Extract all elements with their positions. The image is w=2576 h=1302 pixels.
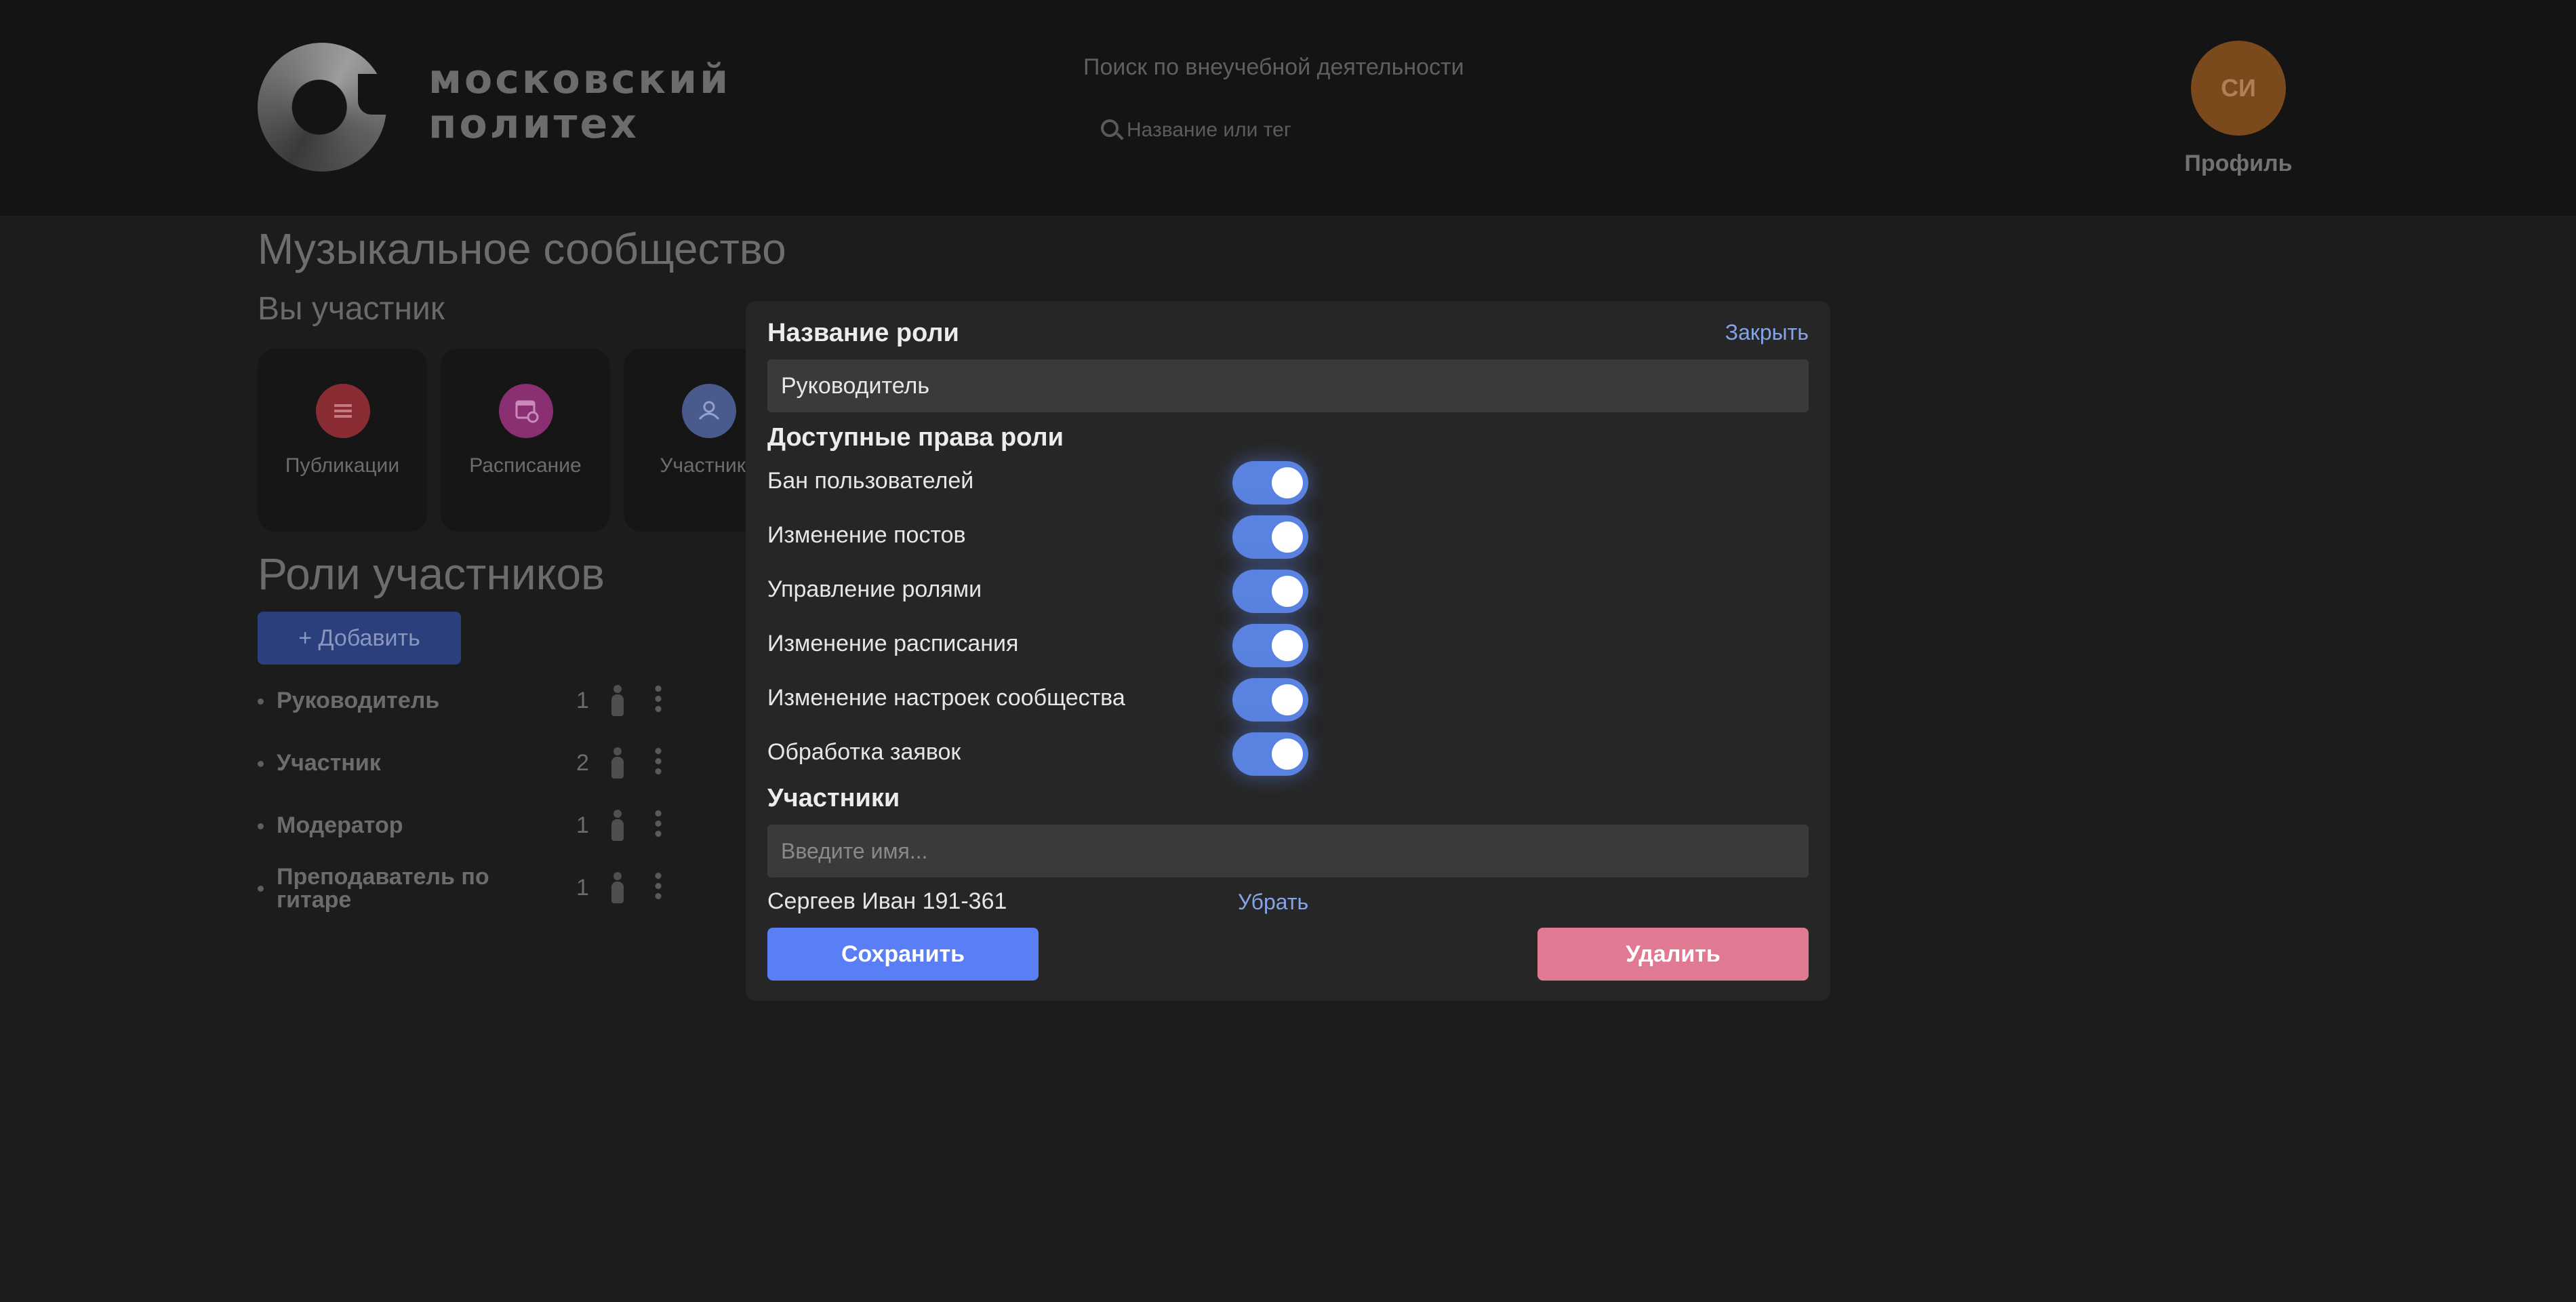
more-options-icon[interactable] — [655, 808, 662, 838]
role-name: Руководитель — [277, 688, 440, 713]
page-title: Музыкальное сообщество — [258, 224, 786, 273]
role-name: Участник — [277, 750, 381, 776]
logo-line-1: московский — [428, 56, 731, 103]
role-item[interactable]: Участник 2 — [258, 742, 691, 785]
role-member-count: 1 — [576, 688, 589, 713]
role-name-label: Название роли — [767, 319, 959, 347]
card-label: Публикации — [285, 454, 400, 477]
person-icon — [611, 810, 624, 842]
permission-label: Бан пользователей — [767, 468, 974, 494]
person-icon — [611, 872, 624, 905]
role-name: Преподаватель по гитаре — [277, 864, 489, 913]
permission-label: Обработка заявок — [767, 739, 961, 765]
delete-button[interactable]: Удалить — [1537, 928, 1809, 981]
card-label: Расписание — [469, 454, 582, 477]
role-item[interactable]: Руководитель 1 — [258, 679, 691, 723]
role-name: Модератор — [277, 812, 403, 838]
save-button[interactable]: Сохранить — [767, 928, 1039, 981]
add-role-button[interactable]: + Добавить — [258, 612, 461, 665]
logo-icon[interactable] — [258, 43, 386, 172]
permission-toggle[interactable] — [1232, 624, 1308, 667]
search-input[interactable] — [1127, 115, 1452, 145]
card-publications[interactable]: Публикации — [258, 349, 427, 532]
toggle-knob — [1272, 467, 1303, 498]
role-item[interactable]: Преподаватель по гитаре 1 — [258, 864, 691, 913]
permission-row: Обработка заявок — [767, 732, 1323, 776]
roles-title: Роли участников — [258, 549, 605, 599]
membership-status: Вы участник — [258, 291, 445, 327]
toggle-knob — [1272, 738, 1303, 770]
more-options-icon[interactable] — [655, 746, 662, 776]
search-caption: Поиск по внеучебной деятельности — [1083, 54, 1464, 80]
bullet — [258, 761, 264, 767]
role-member-count: 1 — [576, 812, 589, 838]
toggle-knob — [1272, 576, 1303, 607]
permission-row: Бан пользователей — [767, 461, 1323, 505]
card-schedule[interactable]: Расписание — [441, 349, 610, 532]
group-icon — [682, 384, 736, 438]
more-options-icon[interactable] — [655, 871, 662, 901]
members-title: Участники — [767, 784, 900, 812]
bullet — [258, 698, 264, 705]
remove-member-link[interactable]: Убрать — [1238, 890, 1308, 915]
permission-label: Изменение настроек сообщества — [767, 685, 1125, 711]
list-icon — [316, 384, 370, 438]
permission-row: Изменение настроек сообщества — [767, 678, 1323, 722]
permission-row: Изменение постов — [767, 515, 1323, 559]
permission-toggle[interactable] — [1232, 732, 1308, 776]
permission-label: Управление ролями — [767, 576, 982, 602]
permission-toggle[interactable] — [1232, 570, 1308, 613]
permission-toggle[interactable] — [1232, 515, 1308, 559]
logo-text[interactable]: московский политех — [428, 57, 731, 146]
toggle-knob — [1272, 630, 1303, 661]
bullet — [258, 886, 264, 892]
avatar[interactable]: СИ — [2191, 41, 2286, 136]
search-box[interactable] — [1083, 108, 1463, 152]
close-link[interactable]: Закрыть — [1725, 320, 1809, 345]
header: московский политех Поиск по внеучебной д… — [0, 0, 2576, 216]
role-member-count: 2 — [576, 750, 589, 776]
permission-row: Управление ролями — [767, 570, 1323, 613]
permission-label: Изменение постов — [767, 522, 966, 548]
role-member-count: 1 — [576, 875, 589, 901]
permission-label: Изменение расписания — [767, 631, 1019, 656]
more-options-icon[interactable] — [655, 684, 662, 713]
role-item[interactable]: Модератор 1 — [258, 804, 691, 848]
member-name: Сергеев Иван 191-361 — [767, 888, 1007, 914]
logo-line-2: политех — [428, 100, 639, 148]
toggle-knob — [1272, 521, 1303, 553]
permissions-title: Доступные права роли — [767, 423, 1064, 452]
toggle-knob — [1272, 684, 1303, 715]
person-icon — [611, 747, 624, 780]
search-icon — [1101, 119, 1119, 137]
permission-toggle[interactable] — [1232, 461, 1308, 505]
bullet — [258, 823, 264, 829]
person-icon — [611, 685, 624, 717]
profile-link[interactable]: Профиль — [2184, 151, 2293, 177]
permission-row: Изменение расписания — [767, 624, 1323, 667]
role-edit-modal: Название роли Закрыть Доступные права ро… — [746, 301, 1830, 1001]
role-name-field[interactable] — [767, 359, 1809, 412]
member-name-input[interactable] — [767, 825, 1809, 877]
calendar-icon — [499, 384, 553, 438]
permission-toggle[interactable] — [1232, 678, 1308, 722]
